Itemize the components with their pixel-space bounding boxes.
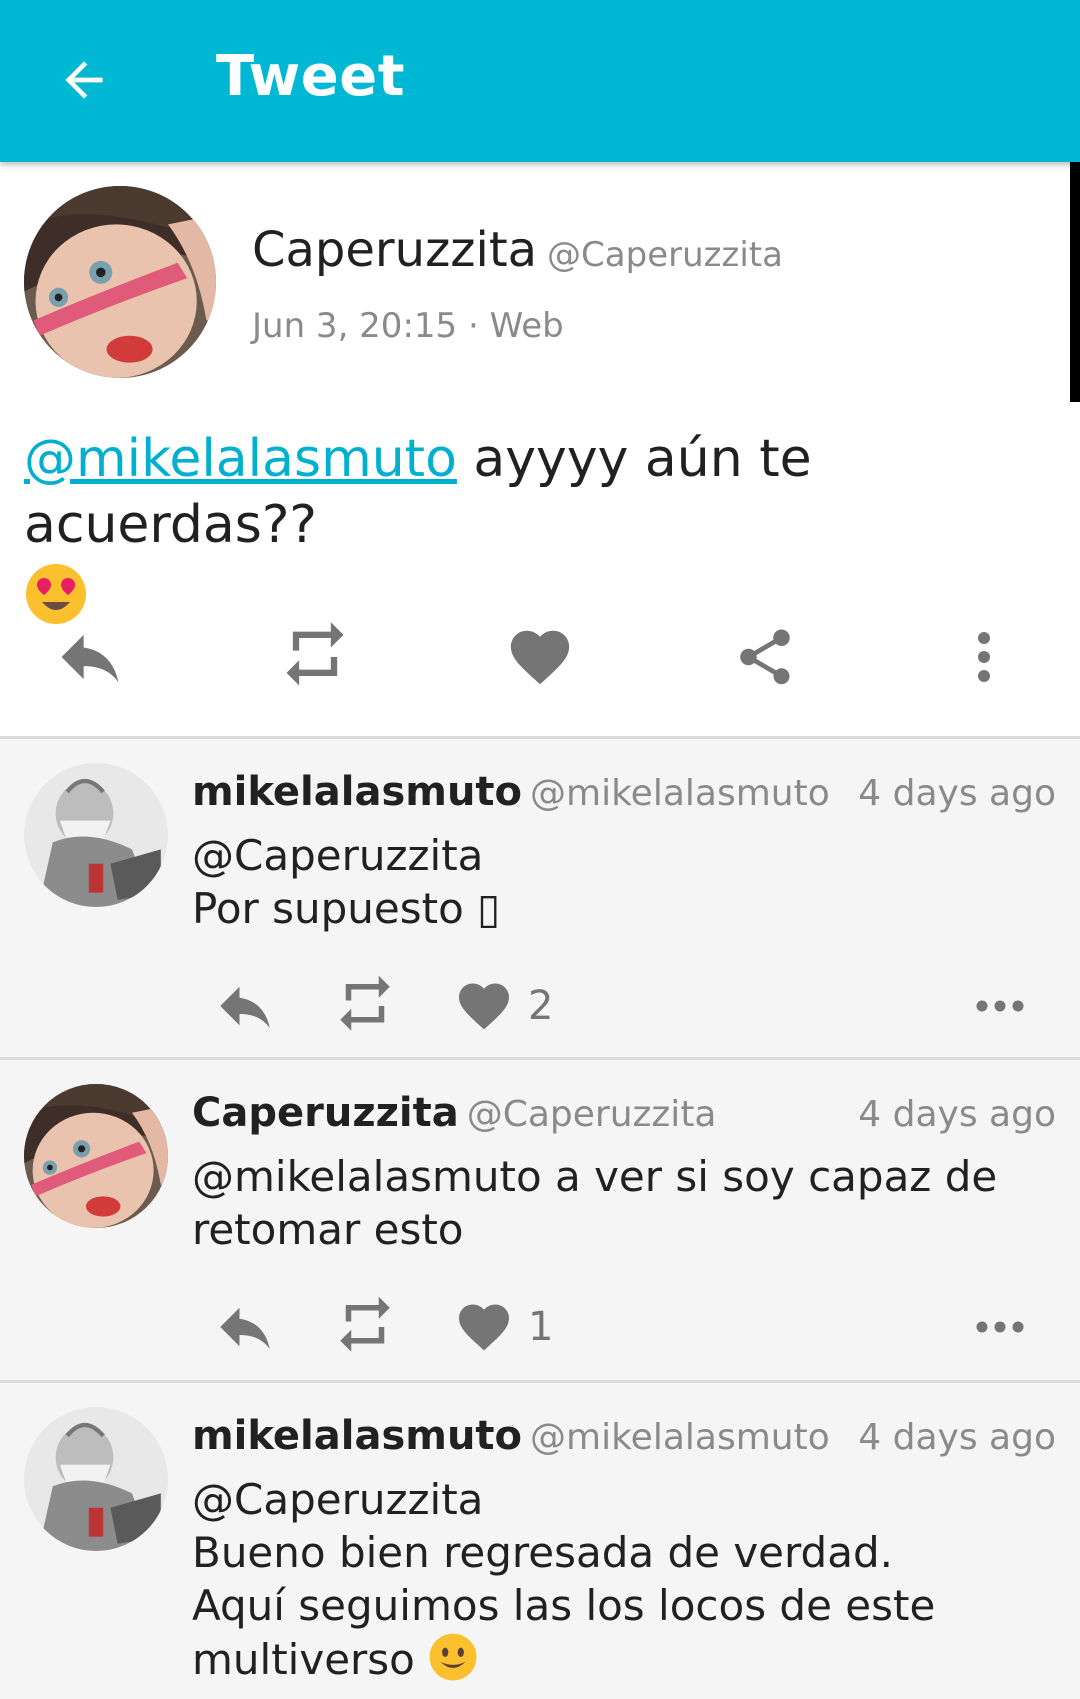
- reply-author-handle[interactable]: @mikelalasmuto: [530, 773, 830, 814]
- author-handle[interactable]: @Caperuzzita: [547, 235, 783, 275]
- reply-author-name[interactable]: mikelalasmuto: [192, 769, 522, 815]
- retweet-button[interactable]: [265, 617, 365, 697]
- reply-actions: 2: [192, 971, 1072, 1041]
- avatar[interactable]: [24, 186, 216, 378]
- like-button[interactable]: [490, 617, 590, 697]
- heart-icon: [505, 622, 575, 692]
- reply-author-handle[interactable]: @Caperuzzita: [467, 1094, 717, 1135]
- reply-icon: [212, 1294, 278, 1360]
- smile-emoji-icon: [428, 1632, 478, 1682]
- app-bar: Tweet: [0, 0, 1080, 162]
- reply-timestamp: 4 days ago: [858, 773, 1056, 814]
- share-icon: [732, 624, 798, 690]
- like-button[interactable]: 1: [454, 1292, 553, 1362]
- reply-item[interactable]: Caperuzzita @Caperuzzita 4 days ago @mike…: [0, 1060, 1080, 1380]
- heart-icon: [454, 1297, 514, 1357]
- author-name[interactable]: Caperuzzita: [252, 222, 537, 278]
- author-line: Caperuzzita @Caperuzzita: [252, 222, 783, 278]
- heart-icon: [454, 976, 514, 1036]
- avatar[interactable]: [24, 1407, 168, 1551]
- reply-button[interactable]: [212, 1292, 278, 1362]
- tweet-meta: Jun 3, 20:15 · Web: [252, 306, 564, 346]
- reply-button[interactable]: [40, 617, 140, 697]
- reply-icon: [212, 973, 278, 1039]
- back-arrow-icon: [65, 61, 103, 99]
- like-count: 1: [528, 1304, 554, 1350]
- retweet-button[interactable]: [332, 971, 398, 1041]
- more-options-button[interactable]: [934, 617, 1034, 697]
- reply-text: @Caperuzzita Bueno bien regresada de ver…: [192, 1473, 1052, 1686]
- tweet-text: @mikelalasmuto ayyyy aún te acuerdas??: [24, 426, 1064, 626]
- mention-link[interactable]: @mikelalasmuto: [24, 429, 457, 489]
- reply-text-content: @Caperuzzita Bueno bien regresada de ver…: [192, 1475, 936, 1684]
- avatar[interactable]: [24, 1084, 168, 1228]
- reply-actions: 1: [192, 1292, 1072, 1362]
- reply-author-handle[interactable]: @mikelalasmuto: [530, 1417, 830, 1458]
- retweet-icon: [332, 1294, 398, 1360]
- reply-header: Caperuzzita @Caperuzzita: [192, 1090, 717, 1136]
- reply-text: @mikelalasmuto a ver si soy capaz de ret…: [192, 1152, 998, 1254]
- main-tweet: Caperuzzita @Caperuzzita Jun 3, 20:15 · W…: [0, 162, 1080, 738]
- reply-text: @Caperuzzita Por supuesto ▯: [192, 831, 501, 933]
- reply-timestamp: 4 days ago: [858, 1094, 1056, 1135]
- scrollbar[interactable]: [1070, 162, 1080, 402]
- share-button[interactable]: [715, 617, 815, 697]
- more-options-button[interactable]: [975, 1292, 1025, 1362]
- reply-header: mikelalasmuto @mikelalasmuto: [192, 769, 830, 815]
- retweet-button[interactable]: [332, 1292, 398, 1362]
- more-horizontal-icon: [976, 1000, 1024, 1012]
- reply-icon: [52, 619, 128, 695]
- reply-item[interactable]: mikelalasmuto @mikelalasmuto 4 days ago @…: [0, 739, 1080, 1057]
- page-title: Tweet: [216, 44, 406, 109]
- reply-header: mikelalasmuto @mikelalasmuto: [192, 1413, 830, 1459]
- like-count: 2: [528, 983, 554, 1029]
- back-button[interactable]: [52, 52, 116, 108]
- retweet-icon: [277, 619, 353, 695]
- like-button[interactable]: 2: [454, 971, 553, 1041]
- reply-button[interactable]: [212, 971, 278, 1041]
- more-options-button[interactable]: [975, 971, 1025, 1041]
- reply-item[interactable]: mikelalasmuto @mikelalasmuto 4 days ago @…: [0, 1383, 1080, 1699]
- reply-author-name[interactable]: Caperuzzita: [192, 1090, 459, 1136]
- avatar[interactable]: [24, 763, 168, 907]
- reply-timestamp: 4 days ago: [858, 1417, 1056, 1458]
- more-horizontal-icon: [976, 1321, 1024, 1333]
- reply-author-name[interactable]: mikelalasmuto: [192, 1413, 522, 1459]
- tweet-actions: [0, 617, 1080, 697]
- retweet-icon: [332, 973, 398, 1039]
- more-vertical-icon: [978, 632, 990, 682]
